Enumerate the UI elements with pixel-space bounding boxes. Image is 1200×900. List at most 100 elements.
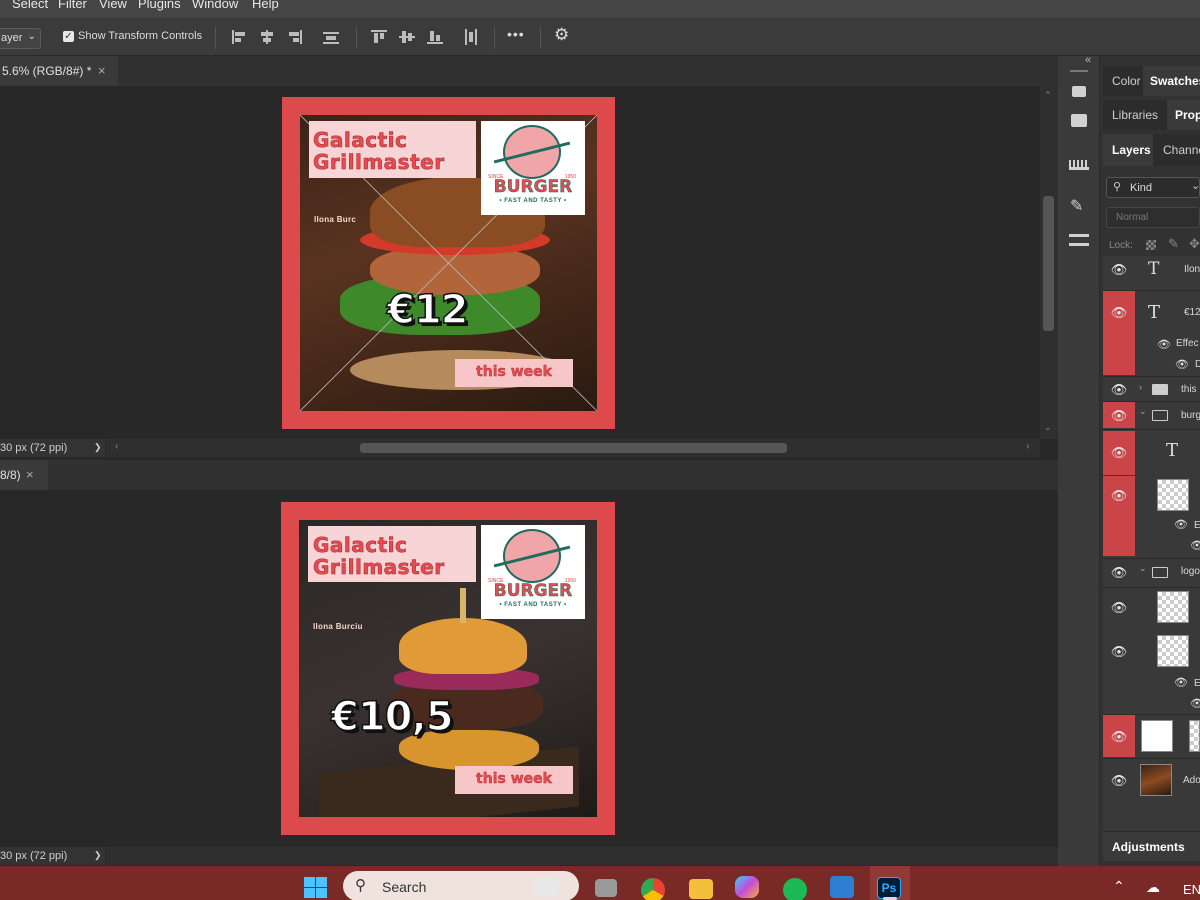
align-top-icon[interactable] — [370, 28, 388, 46]
align-right-icon[interactable] — [286, 28, 304, 46]
menu-window[interactable]: Window — [192, 0, 238, 11]
layer-thumbnail[interactable] — [1157, 591, 1189, 623]
kind-label: Kind — [1130, 182, 1153, 194]
gear-icon[interactable]: ⚙ — [554, 25, 569, 45]
visibility-eye-icon[interactable]: 👁 — [1174, 518, 1188, 531]
status-menu-icon[interactable]: ❯ — [94, 442, 102, 453]
lock-move-icon[interactable]: ✥ — [1189, 236, 1200, 252]
chevron-down-icon[interactable]: ⌄ — [1139, 563, 1147, 574]
doc1-vertical-scrollbar[interactable]: ⌃ ⌄ — [1040, 86, 1058, 439]
align-middle-v-icon[interactable] — [398, 28, 416, 46]
tab-color[interactable]: Color — [1112, 74, 1141, 88]
distribute-horizontal-icon[interactable] — [462, 28, 480, 46]
tab-properties[interactable]: Prop — [1175, 108, 1200, 122]
sliders-icon[interactable] — [1069, 234, 1089, 237]
copilot-icon[interactable] — [735, 876, 759, 898]
visibility-eye-icon[interactable]: 👁 — [1103, 262, 1135, 278]
close-icon[interactable]: × — [26, 467, 34, 482]
doc1-tab[interactable]: 5.6% (RGB/8#) * × — [0, 56, 118, 86]
doc2-tabstrip — [0, 460, 1058, 490]
layer-name[interactable]: Ado — [1183, 775, 1200, 786]
blend-mode-select[interactable]: Normal — [1106, 207, 1200, 228]
layer-name[interactable]: this — [1181, 384, 1197, 395]
menu-plugins[interactable]: Plugins — [138, 0, 181, 11]
image-thumbnail[interactable] — [1140, 764, 1172, 796]
visibility-eye-icon[interactable]: 👁 — [1103, 408, 1135, 424]
visibility-eye-icon[interactable]: 👁 — [1103, 488, 1135, 504]
layer-name[interactable]: €12 — [1184, 307, 1200, 318]
tab-layers[interactable]: Layers — [1112, 143, 1151, 157]
auto-select-dropdown[interactable]: ayer ⌄ — [0, 28, 41, 49]
visibility-eye-icon[interactable]: 👁 — [1174, 676, 1188, 689]
logo-brand: BURGER — [493, 581, 573, 602]
layer-thumbnail[interactable] — [1189, 720, 1200, 752]
visibility-eye-icon[interactable]: 👁 — [1103, 565, 1135, 581]
menu-select[interactable]: Select — [12, 0, 48, 11]
chevron-up-icon[interactable]: ⌃ — [1113, 878, 1125, 895]
visibility-eye-icon[interactable]: 👁 — [1103, 729, 1135, 745]
visibility-eye-icon[interactable]: 👁 — [1103, 305, 1135, 321]
histogram-icon[interactable] — [1069, 160, 1089, 170]
layer-thumbnail[interactable] — [1157, 635, 1189, 667]
file-explorer-icon[interactable] — [689, 879, 713, 899]
visibility-eye-icon[interactable]: 👁 — [1103, 382, 1135, 398]
layer-name[interactable]: Ilon — [1184, 264, 1200, 275]
doc2-tab[interactable]: 8/8) × — [0, 460, 48, 490]
language-indicator[interactable]: EN — [1183, 882, 1200, 897]
menu-view[interactable]: View — [99, 0, 127, 11]
divider — [215, 27, 216, 49]
scroll-up-icon[interactable]: ⌃ — [1044, 90, 1052, 101]
menu-filter[interactable]: Filter — [58, 0, 87, 11]
layer-effects-label: E — [1194, 520, 1200, 531]
doc1-horizontal-scrollbar[interactable]: ‹ › — [105, 439, 1040, 457]
status-menu-icon[interactable]: ❯ — [94, 850, 102, 861]
visibility-eye-icon[interactable]: 👁 — [1103, 773, 1135, 789]
align-center-h-icon[interactable] — [258, 28, 276, 46]
layer-name[interactable]: burg — [1181, 410, 1200, 421]
scroll-thumb[interactable] — [1043, 196, 1054, 331]
collapse-icon[interactable]: « — [1085, 54, 1091, 66]
show-transform-checkbox[interactable]: ✓ — [63, 31, 74, 42]
close-icon[interactable]: × — [98, 63, 106, 78]
distribute-icon[interactable] — [322, 28, 340, 46]
tab-libraries[interactable]: Libraries — [1112, 108, 1158, 122]
windows-start-icon[interactable] — [304, 877, 328, 899]
layer-thumbnail[interactable] — [1157, 479, 1189, 511]
chevron-down-icon[interactable]: ⌄ — [1139, 406, 1147, 417]
visibility-eye-icon[interactable]: 👁 — [1103, 445, 1135, 461]
chrome-icon[interactable] — [641, 878, 665, 900]
history-icon[interactable] — [1072, 86, 1086, 97]
layer-name[interactable]: logo — [1181, 566, 1200, 577]
align-left-icon[interactable] — [230, 28, 248, 46]
photos-icon[interactable] — [830, 876, 854, 898]
spotify-icon[interactable] — [783, 878, 807, 900]
chevron-right-icon[interactable]: › — [1139, 382, 1142, 392]
tab-swatches[interactable]: Swatches — [1150, 74, 1200, 88]
mask-thumbnail[interactable] — [1141, 720, 1173, 752]
visibility-eye-icon[interactable]: 👁 — [1190, 697, 1200, 710]
lock-paint-icon[interactable]: ✎ — [1168, 236, 1179, 252]
taskbar-search[interactable]: ⚲ Search — [343, 871, 579, 900]
align-bottom-icon[interactable] — [426, 28, 444, 46]
lock-transparent-icon[interactable] — [1146, 240, 1156, 250]
tab-channels[interactable]: Channe — [1163, 143, 1200, 157]
visibility-eye-icon[interactable]: 👁 — [1175, 358, 1189, 371]
layer-filter-kind[interactable]: ⚲ Kind ⌄ — [1106, 177, 1200, 198]
divider — [356, 27, 357, 49]
scroll-left-icon[interactable]: ‹ — [115, 441, 118, 452]
photoshop-icon[interactable]: Ps — [877, 877, 901, 899]
visibility-eye-icon[interactable]: 👁 — [1103, 644, 1135, 660]
task-view-icon[interactable] — [595, 879, 617, 897]
brush-icon[interactable]: ✎ — [1070, 196, 1083, 216]
adjustments-panel-tab[interactable]: Adjustments — [1103, 831, 1200, 861]
scroll-thumb[interactable] — [360, 443, 787, 453]
scroll-right-icon[interactable]: › — [1026, 441, 1029, 452]
scroll-down-icon[interactable]: ⌄ — [1044, 422, 1052, 433]
visibility-eye-icon[interactable]: 👁 — [1157, 338, 1171, 351]
more-options-button[interactable]: ••• — [507, 26, 525, 42]
onedrive-icon[interactable]: ☁ — [1146, 879, 1160, 896]
visibility-eye-icon[interactable]: 👁 — [1190, 539, 1200, 552]
menu-help[interactable]: Help — [252, 0, 279, 11]
visibility-eye-icon[interactable]: 👁 — [1103, 600, 1135, 616]
comments-icon[interactable] — [1071, 114, 1087, 127]
